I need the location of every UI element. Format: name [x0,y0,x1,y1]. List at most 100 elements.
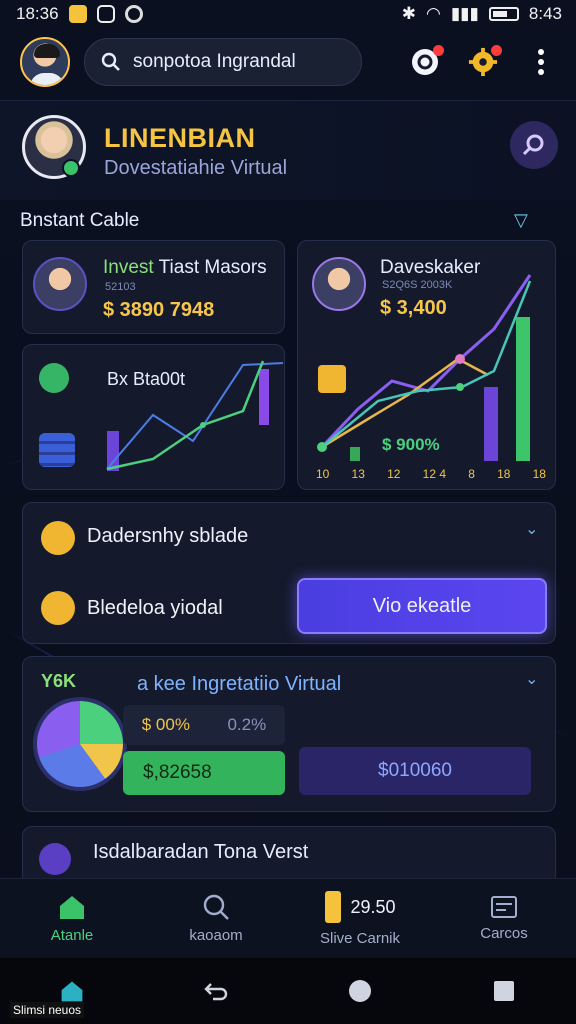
invest-card-1-value: $ 3890 7948 [103,299,215,321]
nav-label: Atanle [50,927,94,944]
chevron-down-icon[interactable]: ⌄ [525,519,538,539]
chart-small-svg [106,360,283,471]
portfolio-pct-1: $ 00% [141,715,190,734]
section-chevron-icon[interactable]: ▽ [514,210,528,231]
phone-icon [325,891,342,923]
search-input[interactable]: sonpotoa Ingrandal [84,38,362,86]
accordion-row-2[interactable]: Bledeloa yiodal [87,597,223,620]
notification-button[interactable] [410,45,444,77]
chevron-down-icon[interactable]: ⌄ [525,669,538,689]
watermark-text: Slimsi neuos [10,1002,85,1018]
chart-small-bar-2 [259,369,269,425]
cta-button[interactable]: Vio ekeatle [297,578,547,634]
x-tick: 12 [387,467,401,481]
invest-card-1-title-green: Invest [103,257,154,278]
status-time-left: 18:36 [16,4,59,23]
database-icon [39,433,75,467]
chart-big-point-green [456,383,464,391]
accordion-row-1[interactable]: Dadersnhy sblade [87,525,248,548]
nav-item-home[interactable]: Atanle [0,879,144,958]
wifi-icon: ◠ [425,4,441,23]
nav-label: Slive Carnik [319,930,401,947]
notification-sync-icon [124,5,143,23]
rewards-button[interactable] [468,45,502,77]
chart-big-bar-3 [516,317,530,461]
verified-badge-icon [62,159,80,177]
chart-small-bar-1 [107,431,119,471]
chart-big-point-start [317,442,327,452]
investor-avatar [33,257,87,311]
chart-big-bar-1 [350,447,360,461]
nav-item-wallet[interactable]: 29.50 Slive Carnik [288,879,432,958]
profile-title: LINENBIAN [104,123,256,153]
invest-card-1-sub: 52103 [105,281,136,293]
home-button-icon[interactable] [347,978,373,1004]
x-tick: 12 4 [422,467,446,481]
more-vertical-icon [538,49,544,75]
portfolio-purple-value[interactable]: $010060 [299,747,531,795]
nav-wallet-value: 29.50 [350,896,396,917]
nav-label: kaoaom [189,927,243,944]
x-tick: 18 [497,467,511,481]
bottom-card-title: Isdalbaradan Tona Verst [93,841,309,863]
invest-card-1-title: Invest Tiast Masors [103,257,267,279]
x-tick: 8 [468,467,475,481]
portfolio-pct-row: $ 00% 0.2% [123,705,285,745]
chart-small-point [200,422,206,428]
chart-small-line-green [106,360,265,471]
invest-card-1[interactable]: Invest Tiast Masors 52103 $ 3890 7948 [22,240,285,334]
invest-card-2[interactable]: Daveskaker S2Q6S 2003K $ 3,400 $ 900% 10… [297,240,556,490]
portfolio-green-value[interactable]: $,82658 [123,751,285,795]
notification-dot [433,45,444,56]
section-title: Bnstant Cable [20,210,140,231]
more-menu-button[interactable] [526,47,556,77]
wallet-icon [39,363,69,393]
back-icon[interactable] [203,978,229,1004]
nav-item-search[interactable]: kaoaom [144,879,288,958]
search-icon [101,52,120,71]
profile-header: LINENBIAN Dovestatiahie Virtual [0,100,576,200]
status-time-right: 8:43 [528,4,562,23]
profile-search-button[interactable] [510,121,558,169]
chart-card-small[interactable]: Bx Bta00t [22,344,285,490]
x-tick: 18 [532,467,546,481]
chart-big-line-teal [321,280,532,448]
invest-card-1-title-rest: Tiast Masors [153,257,267,278]
stack-icon [41,591,75,625]
portfolio-card: Y6K a kee Ingretatiio Virtual ⌄ $ 00% 0.… [22,656,556,812]
x-tick: 10 [316,467,330,481]
notification-app-icon [68,5,87,23]
chart-big-point-mid [455,354,465,364]
system-nav-bar [0,958,576,1024]
rewards-dot [491,45,502,56]
portfolio-gauge [33,697,127,791]
signal-icon: ▮▮▮ [450,4,479,23]
chart-big-value: $ 900% [382,435,440,454]
portfolio-left-label: Y6K [41,671,77,691]
x-tick: 13 [351,467,365,481]
cards-icon [491,896,517,918]
crown-icon [39,843,71,875]
home-icon [60,896,84,919]
recents-icon[interactable] [491,978,517,1004]
portfolio-pct-2: 0.2% [227,715,267,734]
portfolio-title: a kee Ingretatiio Virtual [137,673,342,695]
nav-item-cards[interactable]: Carcos [432,879,576,958]
home-system-icon[interactable] [59,978,85,1004]
bluetooth-icon: ✱ [401,4,416,23]
shield-icon [41,521,75,555]
nav-label: Carcos [480,925,528,942]
battery-icon [488,7,519,21]
bottom-nav: Atanle kaoaom 29.50 Slive Carnik Carcos [0,878,576,958]
notification-msg-icon [96,5,115,23]
search-query: sonpotoa Ingrandal [133,51,296,72]
app-screen: 18:36 ✱ ◠ ▮▮▮ 8:43 sonpotoa Ingrandal LI… [0,0,576,1024]
top-bar: sonpotoa Ingrandal [0,32,576,92]
user-avatar[interactable] [20,37,70,87]
chart-big-line-gold [321,357,489,449]
search-icon [522,134,544,156]
chart-big-x-axis: 10 13 12 12 4 8 18 18 [316,467,546,481]
status-bar: 18:36 ✱ ◠ ▮▮▮ 8:43 [0,0,576,28]
search-icon [203,894,229,920]
profile-subtitle: Dovestatiahie Virtual [104,157,288,179]
